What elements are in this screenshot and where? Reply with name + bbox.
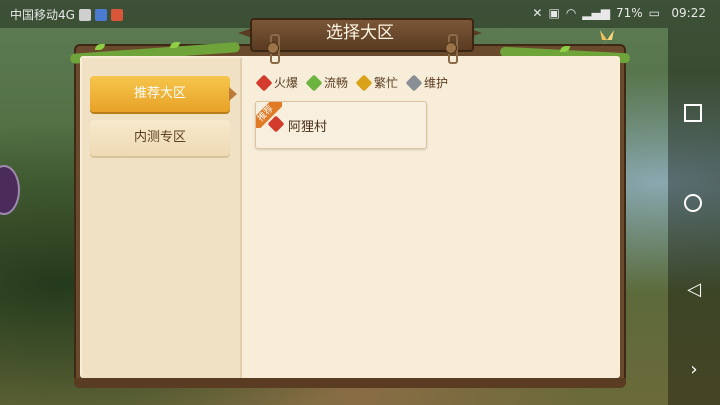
tab-beta-regions[interactable]: 内测专区	[90, 120, 230, 156]
circle-icon[interactable]	[684, 194, 702, 212]
wifi-icon: ◠	[565, 6, 577, 20]
clock: 09:22	[671, 6, 706, 20]
sign-pin	[267, 42, 279, 54]
carrier-label: 中国移动4G	[10, 8, 75, 22]
yellow-gem-icon	[355, 74, 373, 91]
legend-item-hot: 火爆	[255, 74, 298, 91]
tab-recommended-regions[interactable]: 推荐大区	[90, 76, 230, 112]
butterfly-icon	[600, 30, 614, 50]
server-item[interactable]: 推荐 阿狸村	[255, 101, 427, 149]
battery-icon: ▭	[648, 6, 660, 20]
mute-icon: ✕	[532, 6, 543, 20]
back-triangle-icon[interactable]: ◁	[684, 280, 704, 300]
legend-item-smooth: 流畅	[305, 74, 348, 91]
active-tab-arrow	[229, 87, 237, 101]
notification-icon	[78, 8, 91, 21]
dialog-title: 选择大区	[326, 23, 394, 43]
app-notification-icon	[110, 8, 123, 21]
app-notification-icon	[94, 8, 107, 21]
red-gem-icon	[255, 74, 273, 91]
legend-item-busy: 繁忙	[355, 74, 398, 91]
hd-icon: ▣	[548, 6, 560, 20]
gray-gem-icon	[405, 74, 423, 91]
chevron-right-icon[interactable]: ›	[684, 360, 704, 380]
legend-item-maintenance: 维护	[405, 74, 448, 91]
server-status-legend: 火爆 流畅 繁忙 维护	[255, 74, 448, 91]
signal-icon: ▂▄▆	[582, 6, 610, 20]
battery-percent: 71%	[615, 6, 643, 20]
square-icon[interactable]	[684, 104, 702, 122]
panel-bottom-border	[74, 378, 626, 388]
green-gem-icon	[305, 74, 323, 91]
android-navigation-bar: ◁ ›	[668, 28, 720, 405]
server-name: 阿狸村	[288, 120, 328, 135]
sign-pin	[445, 42, 457, 54]
